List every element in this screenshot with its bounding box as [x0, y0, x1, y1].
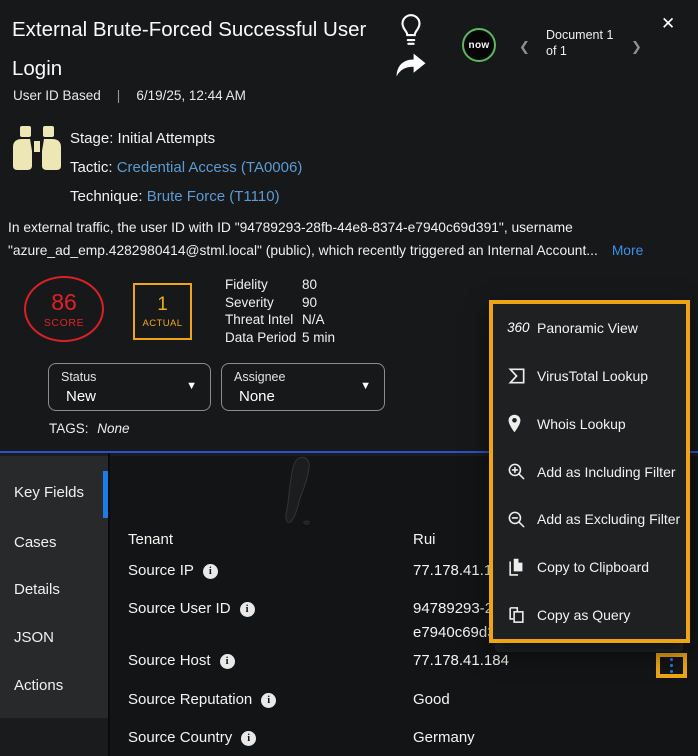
copy-icon [507, 605, 537, 625]
technique-link[interactable]: Brute Force (T1110) [147, 188, 280, 205]
tab-key-fields[interactable]: Key Fields [14, 483, 84, 503]
field-label: Source Host [128, 649, 211, 673]
menu-item-whois-lookup[interactable]: Whois Lookup [493, 400, 686, 448]
servicenow-logo[interactable]: now [462, 28, 496, 62]
chevron-down-icon: ▼ [186, 380, 197, 392]
actual-count-box: 1 ACTUAL [133, 283, 192, 340]
menu-item-copy-as-query[interactable]: Copy as Query [493, 591, 686, 639]
field-label: Source User ID [128, 597, 231, 621]
incident-category: User ID Based [13, 88, 101, 103]
metric-severity: Severity 90 [225, 294, 335, 312]
menu-item-virustotal-lookup[interactable]: VirusTotal Lookup [493, 352, 686, 400]
menu-item-copy-to-clipboard[interactable]: Copy to Clipboard [493, 543, 686, 591]
field-value: Good [413, 688, 450, 712]
info-icon[interactable] [220, 654, 235, 669]
incident-meta: User ID Based | 6/19/25, 12:44 AM [13, 88, 246, 103]
tab-details[interactable]: Details [14, 580, 60, 600]
actual-count-label: ACTUAL [143, 318, 183, 329]
technique-label: Technique: [70, 188, 143, 205]
stage-label: Stage: [70, 130, 113, 147]
servicenow-logo-text: now [469, 40, 490, 51]
metric-fidelity: Fidelity 80 [225, 276, 335, 294]
info-icon[interactable] [240, 602, 255, 617]
assignee-dropdown[interactable]: Assignee None ▼ [221, 363, 385, 411]
technique-line: Technique: Brute Force (T1110) [70, 187, 280, 207]
metrics-list: Fidelity 80 Severity 90 Threat Intel N/A… [225, 276, 335, 346]
field-label: Tenant [128, 528, 173, 552]
lightbulb-icon[interactable] [398, 13, 424, 52]
tactic-line: Tactic: Credential Access (TA0006) [70, 158, 302, 178]
tags-value: None [97, 421, 129, 436]
risk-score-value: 86 [51, 290, 77, 314]
context-menu: 360 Panoramic View VirusTotal Lookup Who… [489, 300, 690, 643]
stage-value: Initial Attempts [118, 130, 216, 147]
menu-item-add-including-filter[interactable]: Add as Including Filter [493, 448, 686, 496]
metric-threat-intel: Threat Intel N/A [225, 311, 335, 329]
sidebar-divider [108, 453, 110, 756]
info-icon[interactable] [203, 564, 218, 579]
zoom-out-filter-icon [507, 510, 537, 529]
field-value: 94789293-2 e7940c69d3 [413, 597, 496, 645]
tactic-label: Tactic: [70, 159, 113, 176]
assignee-dropdown-label: Assignee [234, 370, 285, 384]
status-dropdown[interactable]: Status New ▼ [48, 363, 211, 411]
incident-datetime: 6/19/25, 12:44 AM [136, 88, 246, 103]
field-value: Germany [413, 726, 475, 750]
info-icon[interactable] [241, 731, 256, 746]
tab-json[interactable]: JSON [14, 628, 54, 648]
metric-data-period: Data Period 5 min [225, 329, 335, 347]
field-label: Source Country [128, 726, 232, 750]
document-pagination: Document 1 of 1 [546, 27, 620, 59]
share-icon[interactable] [395, 53, 426, 85]
stage-line: Stage: Initial Attempts [70, 129, 215, 149]
field-label: Source Reputation [128, 688, 252, 712]
field-label: Source IP [128, 559, 194, 583]
actual-count-value: 1 [157, 295, 168, 315]
world-map-fragment [270, 456, 332, 533]
chevron-down-icon: ▼ [360, 380, 371, 392]
zoom-in-filter-icon [507, 462, 537, 481]
close-icon[interactable]: ✕ [661, 14, 675, 34]
tags-row: TAGS: None [49, 421, 130, 436]
360-icon: 360 [507, 320, 530, 335]
description-line-1: In external traffic, the user ID with ID… [8, 217, 643, 240]
description-line-2: "azure_ad_emp.4282980414@stml.local" (pu… [8, 240, 643, 263]
next-document-chevron-icon[interactable]: ❯ [631, 39, 642, 55]
page-title: External Brute-Forced Successful User Lo… [12, 10, 394, 88]
kebab-highlight-box [656, 653, 687, 678]
risk-score-circle: 86 SCORE [24, 276, 104, 342]
status-dropdown-label: Status [61, 370, 96, 384]
risk-score-label: SCORE [44, 317, 84, 329]
location-pin-icon [507, 414, 537, 433]
incident-detail-panel: External Brute-Forced Successful User Lo… [0, 0, 698, 756]
info-icon[interactable] [261, 693, 276, 708]
status-dropdown-value: New [66, 388, 96, 405]
menu-item-panoramic-view[interactable]: 360 Panoramic View [493, 304, 686, 352]
field-value: 77.178.41.1 [413, 559, 492, 583]
field-value: Rui [413, 528, 436, 552]
more-link[interactable]: More [612, 243, 643, 258]
binoculars-icon [10, 126, 64, 175]
previous-document-chevron-icon[interactable]: ❮ [519, 39, 530, 55]
tab-cases[interactable]: Cases [14, 533, 57, 553]
menu-item-add-excluding-filter[interactable]: Add as Excluding Filter [493, 495, 686, 543]
kebab-menu-icon[interactable] [670, 658, 674, 674]
active-tab-indicator [103, 471, 108, 518]
tags-label: TAGS: [49, 421, 89, 436]
clipboard-icon [507, 557, 537, 577]
tactic-link[interactable]: Credential Access (TA0006) [117, 159, 303, 176]
virustotal-icon [507, 366, 537, 386]
meta-separator: | [117, 88, 121, 103]
tab-actions[interactable]: Actions [14, 676, 63, 696]
field-value: 77.178.41.184 [413, 649, 509, 673]
incident-description: In external traffic, the user ID with ID… [8, 217, 643, 262]
assignee-dropdown-value: None [239, 388, 275, 405]
